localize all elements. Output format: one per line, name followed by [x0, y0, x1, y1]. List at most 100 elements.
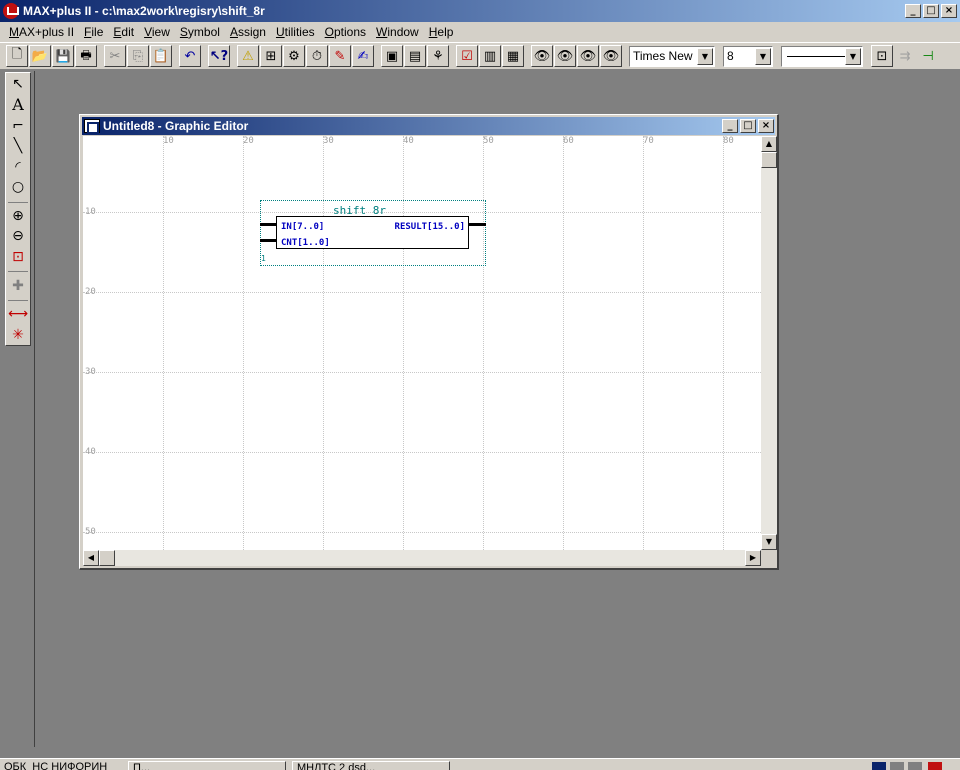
toolbar: 🗋 📂 💾 🖶 ✂ ⎘ 📋 ↶ ↖? ⚠ ⊞ ⚙ ⏱ ✎ ✍ ▣ ▤ ⚘ ☑ ▥…	[0, 42, 960, 70]
scroll-down-button[interactable]: ▼	[761, 534, 777, 550]
circle-tool-icon[interactable]: ○	[7, 177, 29, 198]
warning-icon[interactable]: ⚠	[237, 45, 259, 67]
tray-network-icon[interactable]	[908, 762, 922, 770]
menu-utilities[interactable]: Utilities	[271, 25, 320, 39]
save-icon[interactable]: 💾	[52, 45, 74, 67]
taskbar-item[interactable]: П...	[128, 761, 286, 770]
ruler-x-label: 10	[163, 136, 174, 146]
font-name-value: Times New	[633, 49, 693, 63]
view-c-icon[interactable]: 👁	[600, 45, 622, 67]
fit-in-window-icon[interactable]: ⊡	[7, 247, 29, 268]
menu-options[interactable]: Options	[320, 25, 371, 39]
editor-minimize-button[interactable]: _	[722, 119, 738, 133]
ruler-x-label: 80	[723, 136, 734, 146]
view-a-icon[interactable]: 👁	[531, 45, 553, 67]
orthogonal-line-icon[interactable]: ⌐	[7, 115, 29, 136]
ruler-x-label: 20	[243, 136, 254, 146]
ruler-y-label: 40	[85, 447, 96, 457]
font-size-select[interactable]: 8 ▼	[723, 45, 773, 67]
new-file-icon[interactable]: 🗋	[6, 45, 28, 67]
taskbar-item[interactable]: МНЛТС 2 dsd...	[292, 761, 450, 770]
app-title: MAX+plus II - c:\max2work\regisry\shift_…	[23, 4, 265, 18]
view-b-icon[interactable]: 👁	[577, 45, 599, 67]
undo-icon[interactable]: ↶	[179, 45, 201, 67]
menu-view[interactable]: View	[139, 25, 175, 39]
rubberbanding-icon[interactable]: ✚	[7, 275, 29, 296]
chevron-down-icon[interactable]: ▼	[845, 47, 861, 65]
symbol-instance-number: 1	[261, 254, 266, 263]
editor-close-button[interactable]: ×	[758, 119, 774, 133]
tray-language-icon[interactable]	[872, 762, 886, 770]
graphic-editor-icon	[84, 119, 100, 134]
floorplan-icon[interactable]: ⚙	[283, 45, 305, 67]
vertical-scrollbar[interactable]: ▲ ▼	[761, 136, 777, 550]
diagonal-line-icon[interactable]: ╲	[7, 136, 29, 157]
cut-icon[interactable]: ✂	[104, 45, 126, 67]
node-icon[interactable]: ⊣	[917, 45, 939, 67]
maximize-button[interactable]: □	[923, 4, 939, 18]
message-icon[interactable]: ✍	[352, 45, 374, 67]
line-style-select[interactable]: ▼	[781, 45, 863, 67]
timing-icon[interactable]: ⏱	[306, 45, 328, 67]
arc-tool-icon[interactable]: ◜	[7, 156, 29, 177]
editor-title-bar[interactable]: Untitled8 - Graphic Editor _ □ ×	[82, 117, 775, 135]
hierarchy-display-icon[interactable]: ▤	[404, 45, 426, 67]
font-name-select[interactable]: Times New ▼	[629, 45, 715, 67]
ruler-y-label: 10	[85, 207, 96, 217]
help-pointer-icon[interactable]: ↖?	[208, 45, 230, 67]
input-pin-in[interactable]	[260, 223, 276, 226]
font-size-value: 8	[727, 49, 734, 63]
project-icon[interactable]: ▣	[381, 45, 403, 67]
close-button[interactable]: ×	[941, 4, 957, 18]
tray-app-icon[interactable]	[928, 762, 942, 770]
menu-file[interactable]: File	[79, 25, 108, 39]
print-icon[interactable]: 🖶	[75, 45, 97, 67]
connect-line-icon[interactable]: ⟷	[7, 304, 29, 325]
tray-volume-icon[interactable]	[890, 762, 904, 770]
menu-maxplus[interactable]: MAX+plus II	[4, 25, 79, 39]
minimize-button[interactable]: _	[905, 4, 921, 18]
symbol-block[interactable]: IN[7..0] CNT[1..0] RESULT[15..0]	[276, 216, 469, 249]
chevron-down-icon[interactable]: ▼	[755, 47, 771, 65]
menu-help[interactable]: Help	[424, 25, 459, 39]
output-pin-result[interactable]	[469, 223, 486, 226]
scroll-right-button[interactable]: ▶	[745, 550, 761, 566]
copy-icon[interactable]: ⎘	[127, 45, 149, 67]
rubberband-icon[interactable]: ⊡	[871, 45, 893, 67]
horizontal-scroll-thumb[interactable]	[99, 550, 115, 566]
connect-icon[interactable]: ⇉	[894, 45, 916, 67]
editor-title: Untitled8 - Graphic Editor	[103, 119, 249, 133]
app-title-bar[interactable]: MAX+plus II - c:\max2work\regisry\shift_…	[0, 0, 960, 22]
scroll-up-button[interactable]: ▲	[761, 136, 777, 152]
input-pin-cnt[interactable]	[260, 239, 276, 242]
horizontal-scrollbar[interactable]: ◀ ▶	[83, 550, 761, 566]
junction-icon[interactable]: ✳	[7, 324, 29, 345]
report-icon[interactable]: ✎	[329, 45, 351, 67]
compile-icon[interactable]: ☑	[456, 45, 478, 67]
schematic-canvas[interactable]: 10 20 30 40 50 60 70 80 10 20 30 40 50 s…	[83, 136, 761, 550]
program-icon[interactable]: ▦	[502, 45, 524, 67]
menu-bar: MAX+plus II File Edit View Symbol Assign…	[0, 22, 960, 42]
hierarchy-tree-icon[interactable]: ⚘	[427, 45, 449, 67]
editor-maximize-button[interactable]: □	[740, 119, 756, 133]
menu-window[interactable]: Window	[371, 25, 424, 39]
menu-symbol[interactable]: Symbol	[175, 25, 225, 39]
chevron-down-icon[interactable]: ▼	[697, 47, 713, 65]
zoom-in-icon[interactable]: ⊕	[7, 206, 29, 227]
paste-icon[interactable]: 📋	[150, 45, 172, 67]
view-ba-icon[interactable]: 👁	[554, 45, 576, 67]
vertical-scroll-thumb[interactable]	[761, 152, 777, 168]
scroll-left-button[interactable]: ◀	[83, 550, 99, 566]
select-arrow-icon[interactable]: ↖	[7, 74, 29, 95]
menu-edit[interactable]: Edit	[108, 25, 139, 39]
text-tool-icon[interactable]: A	[7, 95, 29, 116]
simulate-icon[interactable]: ▥	[479, 45, 501, 67]
resize-grip[interactable]	[761, 550, 777, 566]
hierarchy-up-icon[interactable]: ⊞	[260, 45, 282, 67]
taskbar: ОБК_НС НИФОРИН П... МНЛТС 2 dsd...	[0, 758, 960, 770]
drawing-palette: ↖ A ⌐ ╲ ◜ ○ ⊕ ⊖ ⊡ ✚ ⟷ ✳	[5, 72, 31, 346]
taskbar-item[interactable]: ОБК_НС НИФОРИН	[0, 761, 124, 770]
menu-assign[interactable]: Assign	[225, 25, 271, 39]
zoom-out-icon[interactable]: ⊖	[7, 226, 29, 247]
open-folder-icon[interactable]: 📂	[29, 45, 51, 67]
